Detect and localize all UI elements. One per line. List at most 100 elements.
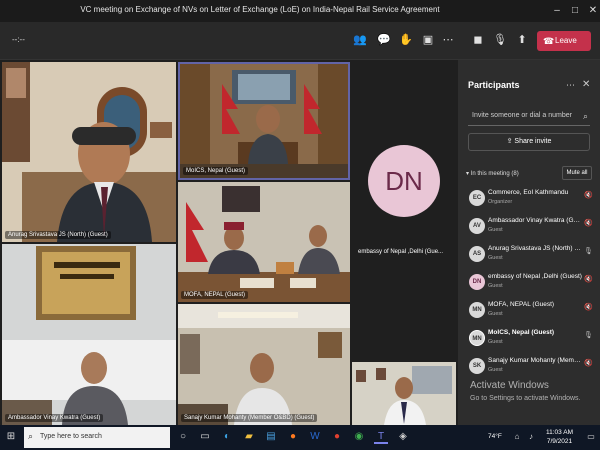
title-bar: VC meeting on Exchange of NVs on Letter … <box>0 0 600 22</box>
section-label: In this meeting (8) <box>470 171 519 177</box>
avatar: AS <box>469 246 485 262</box>
share-invite-button[interactable]: ⇪ Share invite <box>468 133 590 151</box>
volume-icon[interactable]: ♪ <box>524 430 538 444</box>
phone-icon: ☎ <box>543 36 555 46</box>
participant-role: Organizer <box>488 199 513 205</box>
leave-button[interactable]: ☎ Leave <box>537 31 591 51</box>
mic-muted-icon: 🔇 <box>584 360 593 367</box>
mic-icon: 🎙 <box>584 248 593 255</box>
avatar: MN <box>469 302 485 318</box>
participant-item[interactable]: DN embassy of Nepal ,Delhi (Guest) Guest… <box>466 270 596 298</box>
invite-input[interactable]: Invite someone or dial a number ⌕ <box>468 108 590 126</box>
edge-icon[interactable]: ◐ <box>220 430 234 444</box>
participant-name: embassy of Nepal ,Delhi (Guest) <box>488 273 582 280</box>
mic-muted-icon: 🔇 <box>584 192 593 199</box>
clock-time: 11:03 AM <box>546 429 573 436</box>
network-icon[interactable]: ⌂ <box>510 430 524 444</box>
avatar: MN <box>469 330 485 346</box>
participant-video <box>352 362 456 425</box>
mic-icon[interactable]: 🎙 <box>492 32 508 48</box>
participant-item[interactable]: AV Ambassador Vinay Kwatra (Guest) Guest… <box>466 214 596 242</box>
meeting-toolbar: --:-- 👥 💬 ✋ ▣ ⋯ ◼ 🎙 ⬆ ☎ Leave <box>0 22 600 60</box>
maximize-icon[interactable]: □ <box>566 3 584 19</box>
participant-role: Guest <box>488 283 503 289</box>
participant-item[interactable]: MN MOFA, NEPAL (Guest) Guest 🔇 <box>466 298 596 326</box>
close-icon[interactable]: ✕ <box>582 79 590 90</box>
tile-caption: Sanajy Kumar Mohanty (Member O&BD) (Gues… <box>181 414 318 422</box>
teams-icon[interactable]: T <box>374 430 388 444</box>
participant-role: Guest <box>488 227 503 233</box>
close-window-icon[interactable]: ✕ <box>584 3 600 19</box>
video-stage: Anurag Srivastava JS (North) (Guest) MoI… <box>0 60 458 425</box>
system-clock[interactable]: 11:03 AM 7/9/2021 <box>546 428 573 446</box>
participant-name: MoICS, Nepal (Guest) <box>488 329 555 336</box>
panel-title: Participants <box>468 80 520 90</box>
video-tile[interactable]: Sanajy Kumar Mohanty (Member O&BD) (Gues… <box>178 304 350 425</box>
video-tile[interactable]: MOFA, NEPAL (Guest) <box>178 182 350 302</box>
avatar: SK <box>469 358 485 374</box>
participant-avatar: DN <box>368 145 440 217</box>
more-actions-icon[interactable]: ⋯ <box>440 32 456 48</box>
window-title: VC meeting on Exchange of NVs on Letter … <box>80 5 440 14</box>
participant-item[interactable]: AS Anurag Srivastava JS (North) (Gu... G… <box>466 242 596 270</box>
participants-icon[interactable]: 👥 <box>352 32 368 48</box>
participant-role: Guest <box>488 311 503 317</box>
participant-video <box>180 64 348 178</box>
file-explorer-icon[interactable]: ▰ <box>242 430 256 444</box>
minimize-icon[interactable]: – <box>548 3 566 19</box>
participant-item[interactable]: SK Sanajy Kumar Mohanty (Membe... Guest … <box>466 354 596 382</box>
search-icon: ⌕ <box>582 111 588 121</box>
video-tile-active[interactable]: MoICS, Nepal (Guest) <box>178 62 350 180</box>
more-options-icon[interactable]: ⋯ <box>566 80 575 91</box>
video-tile[interactable]: Ambassador Vinay Kwatra (Guest) <box>2 244 176 425</box>
invite-placeholder: Invite someone or dial a number <box>472 112 572 119</box>
participant-name: MOFA, NEPAL (Guest) <box>488 301 555 308</box>
share-invite-label: Share invite <box>514 138 552 145</box>
tile-caption: Ambassador Vinay Kwatra (Guest) <box>5 414 104 422</box>
participant-name: Commerce, EoI Kathmandu <box>488 189 569 196</box>
windows-start-icon[interactable]: ⊞ <box>4 430 18 444</box>
activate-windows-subtext: Go to Settings to activate Windows. <box>470 395 581 402</box>
participant-role: Guest <box>488 367 503 373</box>
rooms-icon[interactable]: ▣ <box>420 32 436 48</box>
chrome-icon[interactable]: ◉ <box>352 430 366 444</box>
app-icon[interactable]: ◈ <box>396 430 410 444</box>
taskbar: ⊞ ⌕ Type here to search ○ ▭ ◐ ▰ ▤ ● W ● … <box>0 425 600 450</box>
leave-label: Leave <box>555 36 577 45</box>
participant-video <box>178 182 350 302</box>
task-view-icon[interactable]: ▭ <box>198 430 212 444</box>
mute-all-button[interactable]: Mute all <box>562 166 592 180</box>
video-tile[interactable]: Anurag Srivastava JS (North) (Guest) <box>2 62 176 242</box>
participant-video <box>178 304 350 425</box>
participant-role: Guest <box>488 255 503 261</box>
avatar-tile[interactable]: DN embassy of Nepal ,Delhi (Gue... <box>352 62 456 360</box>
share-screen-icon[interactable]: ⬆ <box>514 32 530 48</box>
participant-name: Anurag Srivastava JS (North) (Gu... <box>488 245 582 252</box>
participant-name: Sanajy Kumar Mohanty (Membe... <box>488 357 582 364</box>
camera-off-icon[interactable]: ◼ <box>470 32 486 48</box>
video-tile[interactable] <box>352 362 456 425</box>
mic-muted-icon: 🔇 <box>584 304 593 311</box>
store-icon[interactable]: ▤ <box>264 430 278 444</box>
participant-video <box>2 244 176 425</box>
mic-muted-icon: 🔇 <box>584 220 593 227</box>
tile-caption: MOFA, NEPAL (Guest) <box>181 291 249 299</box>
participant-item[interactable]: EC Commerce, EoI Kathmandu Organizer 🔇 <box>466 186 596 214</box>
firefox-icon[interactable]: ● <box>286 430 300 444</box>
participant-name: Ambassador Vinay Kwatra (Guest) <box>488 217 582 224</box>
meeting-timer: --:-- <box>12 35 25 44</box>
mic-muted-icon: 🔇 <box>584 276 593 283</box>
chat-icon[interactable]: 💬 <box>376 32 392 48</box>
word-icon[interactable]: W <box>308 430 322 444</box>
section-in-meeting[interactable]: ▾ In this meeting (8) <box>466 170 519 177</box>
app-icon[interactable]: ● <box>330 430 344 444</box>
participant-role: Guest <box>488 339 503 345</box>
reactions-icon[interactable]: ✋ <box>398 32 414 48</box>
clock-date: 7/9/2021 <box>546 438 573 445</box>
weather-temp[interactable]: 74°F <box>488 433 502 440</box>
participant-item[interactable]: MN MoICS, Nepal (Guest) Guest 🎙 <box>466 326 596 354</box>
tile-caption: MoICS, Nepal (Guest) <box>183 167 249 175</box>
notifications-icon[interactable]: ▭ <box>584 430 598 444</box>
cortana-icon[interactable]: ○ <box>176 430 190 444</box>
taskbar-search-input[interactable]: ⌕ Type here to search <box>24 427 170 448</box>
